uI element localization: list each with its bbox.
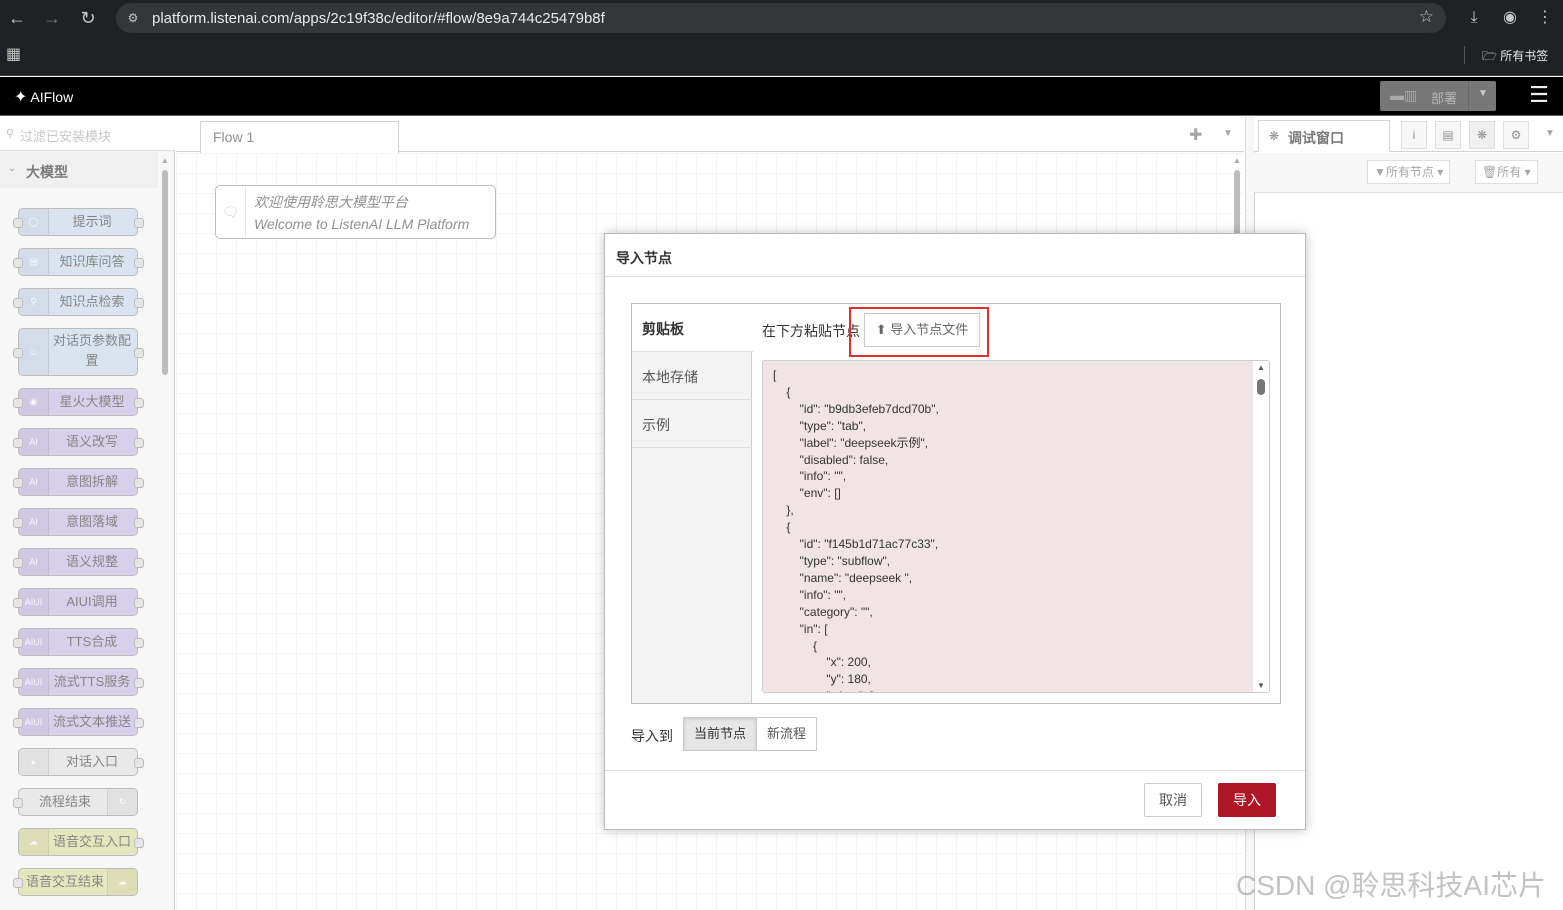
bookmarks-divider bbox=[1464, 46, 1465, 64]
all-bookmarks-label: 所有书签 bbox=[1500, 49, 1549, 63]
app-logo: ✦ AIFlow bbox=[14, 87, 73, 107]
all-bookmarks-folder[interactable]: 🗁 所有书签 bbox=[1482, 47, 1548, 68]
deploy-icon: ▬▥ bbox=[1390, 87, 1418, 103]
tab-examples-label: 示例 bbox=[642, 417, 670, 433]
download-icon[interactable]: ⤓ bbox=[1462, 6, 1486, 30]
bookmark-star-icon[interactable]: ☆ bbox=[1419, 7, 1434, 27]
import-button[interactable]: 导入 bbox=[1218, 783, 1276, 817]
import-to-new-flow-label: 新流程 bbox=[766, 726, 806, 741]
profile-icon[interactable]: ◉ bbox=[1498, 6, 1522, 30]
paste-instruction: 在下方粘贴节点 bbox=[762, 323, 860, 339]
import-source-tabs: 剪贴板 本地存储 示例 bbox=[632, 304, 753, 703]
tab-local-storage[interactable]: 本地存储 bbox=[632, 352, 752, 400]
sparkle-icon: ✦ bbox=[14, 89, 28, 106]
tab-local-storage-label: 本地存储 bbox=[642, 369, 698, 385]
forward-icon[interactable]: → bbox=[40, 6, 64, 30]
dialog-title: 导入节点 bbox=[616, 250, 672, 266]
clipboard-textarea[interactable]: [ { "id": "b9db3efeb7dcd70b", "type": "t… bbox=[762, 360, 1270, 693]
import-to-current-label: 当前节点 bbox=[693, 726, 746, 741]
apps-grid-icon[interactable]: ▦ bbox=[6, 46, 24, 64]
app-header bbox=[0, 77, 1563, 116]
import-nodes-dialog: 导入节点 剪贴板 本地存储 示例 在下方粘贴节点 ⬆ 导入节点文件 [ { "i… bbox=[604, 233, 1306, 830]
import-to-label: 导入到 bbox=[631, 728, 673, 744]
import-to-current-button[interactable]: 当前节点 bbox=[683, 717, 757, 751]
tab-clipboard[interactable]: 剪贴板 bbox=[632, 304, 753, 352]
import-label: 导入 bbox=[1233, 792, 1261, 808]
scroll-up-icon[interactable]: ▲ bbox=[1257, 363, 1265, 372]
app-logo-text: AIFlow bbox=[30, 89, 74, 105]
highlight-annotation bbox=[849, 307, 989, 357]
hamburger-menu-icon[interactable]: ☰ bbox=[1526, 84, 1552, 108]
textarea-scrollbar[interactable]: ▲ ▼ bbox=[1253, 361, 1269, 692]
tab-clipboard-label: 剪贴板 bbox=[642, 321, 684, 337]
bookmarks-bar bbox=[0, 36, 1563, 76]
deploy-button[interactable]: ▬▥ 部署 ▼ bbox=[1380, 81, 1496, 111]
dialog-title-bar: 导入节点 bbox=[605, 234, 1305, 277]
cancel-label: 取消 bbox=[1159, 792, 1187, 808]
deploy-dropdown-icon[interactable]: ▼ bbox=[1478, 88, 1488, 99]
textarea-scroll-thumb[interactable] bbox=[1257, 379, 1265, 395]
import-panel: 剪贴板 本地存储 示例 在下方粘贴节点 ⬆ 导入节点文件 [ { "id": "… bbox=[631, 303, 1281, 704]
back-icon[interactable]: ← bbox=[5, 6, 29, 30]
browser-menu-icon[interactable]: ⋮ bbox=[1533, 6, 1557, 30]
reload-icon[interactable]: ↻ bbox=[76, 6, 100, 30]
scroll-down-icon[interactable]: ▼ bbox=[1257, 681, 1265, 690]
deploy-divider bbox=[1468, 81, 1469, 111]
site-info-icon[interactable]: ⚙ bbox=[124, 9, 142, 27]
folder-icon: 🗁 bbox=[1482, 49, 1501, 63]
watermark-text: CSDN @聆思科技AI芯片 bbox=[1236, 870, 1546, 901]
deploy-label: 部署 bbox=[1431, 91, 1458, 106]
tab-examples[interactable]: 示例 bbox=[632, 400, 752, 448]
address-bar[interactable]: ⚙ platform.listenai.com/apps/2c19f38c/ed… bbox=[116, 3, 1446, 33]
clipboard-content[interactable]: [ { "id": "b9db3efeb7dcd70b", "type": "t… bbox=[773, 367, 939, 692]
url-text[interactable]: platform.listenai.com/apps/2c19f38c/edit… bbox=[152, 10, 605, 27]
cancel-button[interactable]: 取消 bbox=[1144, 783, 1202, 817]
import-to-new-flow-button[interactable]: 新流程 bbox=[756, 717, 817, 751]
